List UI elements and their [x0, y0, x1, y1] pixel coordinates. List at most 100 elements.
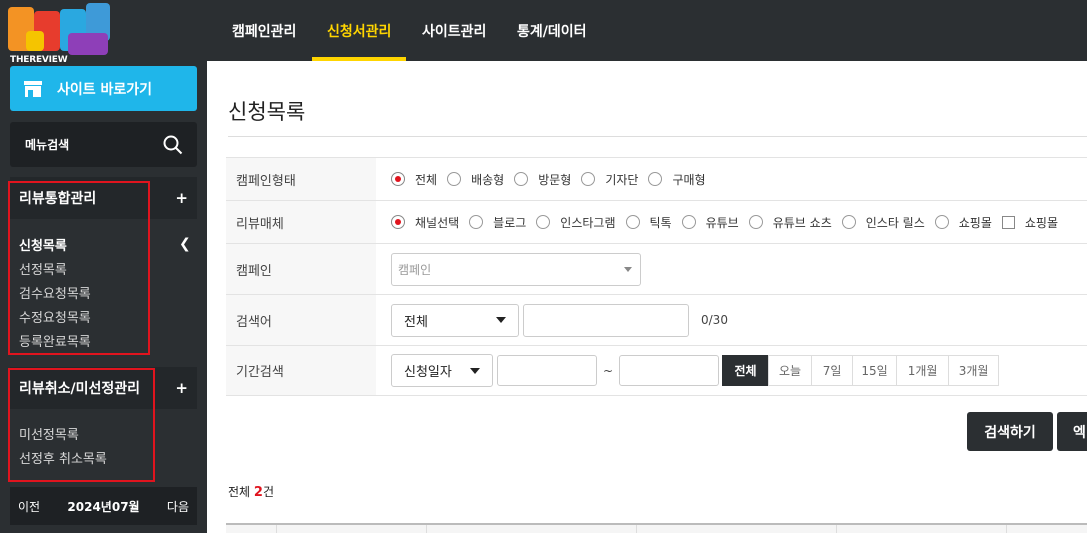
radio-label: 기자단: [605, 172, 639, 187]
row-review-media: 리뷰매체 채널선택 블로그 인스타그램 틱톡 유튜브 유튜브 쇼츠 인스타 릴스…: [226, 201, 1087, 244]
search-button[interactable]: 검색하기: [967, 412, 1053, 451]
radio-label: 방문형: [538, 172, 572, 187]
month-navigator: 이전 2024년07월 다음: [10, 487, 197, 525]
period-type-value: 신청일자: [404, 365, 452, 380]
radio-icon: [841, 215, 856, 229]
logo-text: THEREVIEW: [10, 55, 68, 65]
total-prefix: 전체: [228, 485, 254, 499]
radio-icon: [469, 215, 484, 229]
menu-search[interactable]: 메뉴검색: [10, 122, 197, 167]
radio-icon: [625, 215, 640, 229]
next-month-button[interactable]: 다음: [167, 498, 189, 515]
page-title: 신청목록: [228, 100, 306, 124]
excel-button[interactable]: 엑: [1057, 412, 1087, 451]
active-tab-indicator: [312, 57, 406, 61]
keyword-type-select[interactable]: 전체: [391, 303, 519, 337]
row-campaign: 캠페인 캠페인: [226, 244, 1087, 295]
store-icon: [24, 80, 42, 97]
total-count: 전체 2건: [228, 483, 274, 500]
result-table-header: [226, 523, 1087, 533]
radio-label: 블로그: [493, 215, 527, 230]
field-label: 캠페인형태: [226, 158, 376, 200]
radio-icon: [681, 215, 696, 229]
radio-campaign-type-all[interactable]: 전체: [391, 171, 437, 188]
radio-icon: [748, 215, 763, 229]
radio-campaign-type-visit[interactable]: 방문형: [514, 171, 571, 188]
radio-media-instagram[interactable]: 인스타그램: [536, 214, 616, 231]
checkbox-media-shopping-mall[interactable]: 쇼핑몰: [1001, 214, 1058, 231]
campaign-select[interactable]: 캠페인: [391, 252, 641, 286]
row-period: 기간검색 신청일자 ~ 전체 오늘 7일 15일 1개월 3개월: [226, 346, 1087, 396]
period-3months-button[interactable]: 3개월: [948, 355, 1000, 386]
radio-label: 인스타 릴스: [865, 215, 925, 230]
logo[interactable]: THEREVIEW: [6, 3, 116, 65]
period-today-button[interactable]: 오늘: [768, 355, 813, 386]
field-label: 검색어: [226, 295, 376, 345]
radio-campaign-type-delivery[interactable]: 배송형: [447, 171, 504, 188]
start-date-input[interactable]: [497, 355, 597, 386]
keyword-char-counter: 0/30: [701, 313, 728, 327]
radio-media-shopping-mall[interactable]: 쇼핑몰: [934, 214, 992, 231]
site-shortcut-button[interactable]: 사이트 바로가기: [10, 66, 197, 111]
radio-label: 쇼핑몰: [958, 215, 992, 230]
field-label: 기간검색: [226, 346, 376, 395]
field-label: 리뷰매체: [226, 201, 376, 243]
radio-media-youtube-shorts[interactable]: 유튜브 쇼츠: [748, 214, 832, 231]
radio-icon: [536, 215, 551, 229]
radio-icon: [934, 215, 949, 229]
radio-label: 틱톡: [649, 215, 672, 230]
caret-down-icon: [624, 266, 632, 272]
radio-media-blog[interactable]: 블로그: [469, 214, 526, 231]
radio-icon: [514, 172, 529, 186]
row-campaign-type: 캠페인형태 전체 배송형 방문형 기자단 구매형: [226, 158, 1087, 201]
period-type-select[interactable]: 신청일자: [391, 354, 493, 387]
period-15days-button[interactable]: 15일: [852, 355, 898, 386]
top-nav: 캠페인관리 신청서관리 사이트관리 통계/데이터: [207, 0, 1087, 61]
plus-icon[interactable]: +: [175, 189, 188, 207]
tab-campaign-management[interactable]: 캠페인관리: [232, 0, 296, 61]
plus-icon[interactable]: +: [175, 379, 188, 397]
checkbox-label: 쇼핑몰: [1024, 215, 1058, 230]
current-month: 2024년07월: [67, 499, 140, 514]
radio-campaign-type-purchase[interactable]: 구매형: [648, 171, 706, 188]
prev-month-button[interactable]: 이전: [18, 498, 40, 515]
radio-media-instagram-reels[interactable]: 인스타 릴스: [841, 214, 925, 231]
campaign-select-placeholder: 캠페인: [398, 262, 432, 277]
total-suffix: 건: [262, 485, 274, 499]
radio-label: 인스타그램: [560, 215, 616, 230]
caret-down-icon: [496, 317, 506, 323]
tab-application-management[interactable]: 신청서관리: [327, 0, 391, 61]
total-number: 2: [253, 485, 263, 500]
radio-label: 구매형: [672, 172, 706, 187]
radio-icon: [447, 172, 462, 186]
chevron-left-icon: ❮: [179, 236, 191, 252]
radio-label: 채널선택: [415, 215, 460, 230]
keyword-type-value: 전체: [404, 314, 428, 330]
row-keyword: 검색어 전체 0/30: [226, 295, 1087, 346]
tab-statistics[interactable]: 통계/데이터: [517, 0, 587, 61]
sidebar: THEREVIEW 사이트 바로가기 메뉴검색 리뷰통합관리 + 신청목록 ❮ …: [0, 0, 207, 533]
highlight-box: [8, 181, 150, 355]
period-all-button[interactable]: 전체: [722, 355, 770, 386]
radio-media-channel-select[interactable]: 채널선택: [391, 214, 459, 231]
radio-icon: [648, 172, 663, 186]
keyword-input[interactable]: [523, 303, 689, 337]
radio-label: 전체: [415, 172, 438, 187]
search-icon[interactable]: [163, 135, 183, 155]
radio-media-tiktok[interactable]: 틱톡: [625, 214, 672, 231]
divider: [228, 136, 1087, 137]
radio-icon: [581, 172, 596, 186]
tab-site-management[interactable]: 사이트관리: [422, 0, 486, 61]
radio-media-youtube[interactable]: 유튜브: [681, 214, 739, 231]
radio-checked-icon: [391, 172, 405, 186]
checkbox-icon: [1001, 215, 1015, 229]
date-separator: ~: [603, 363, 614, 378]
period-1month-button[interactable]: 1개월: [896, 355, 950, 386]
radio-checked-icon: [391, 215, 405, 229]
caret-down-icon: [470, 367, 480, 374]
radio-campaign-type-reporter[interactable]: 기자단: [581, 171, 638, 188]
radio-label: 유튜브 쇼츠: [772, 215, 832, 230]
search-form: 캠페인형태 전체 배송형 방문형 기자단 구매형 리뷰매체 채널선택 블로그 인…: [226, 157, 1087, 396]
period-7days-button[interactable]: 7일: [811, 355, 854, 386]
end-date-input[interactable]: [619, 355, 720, 386]
